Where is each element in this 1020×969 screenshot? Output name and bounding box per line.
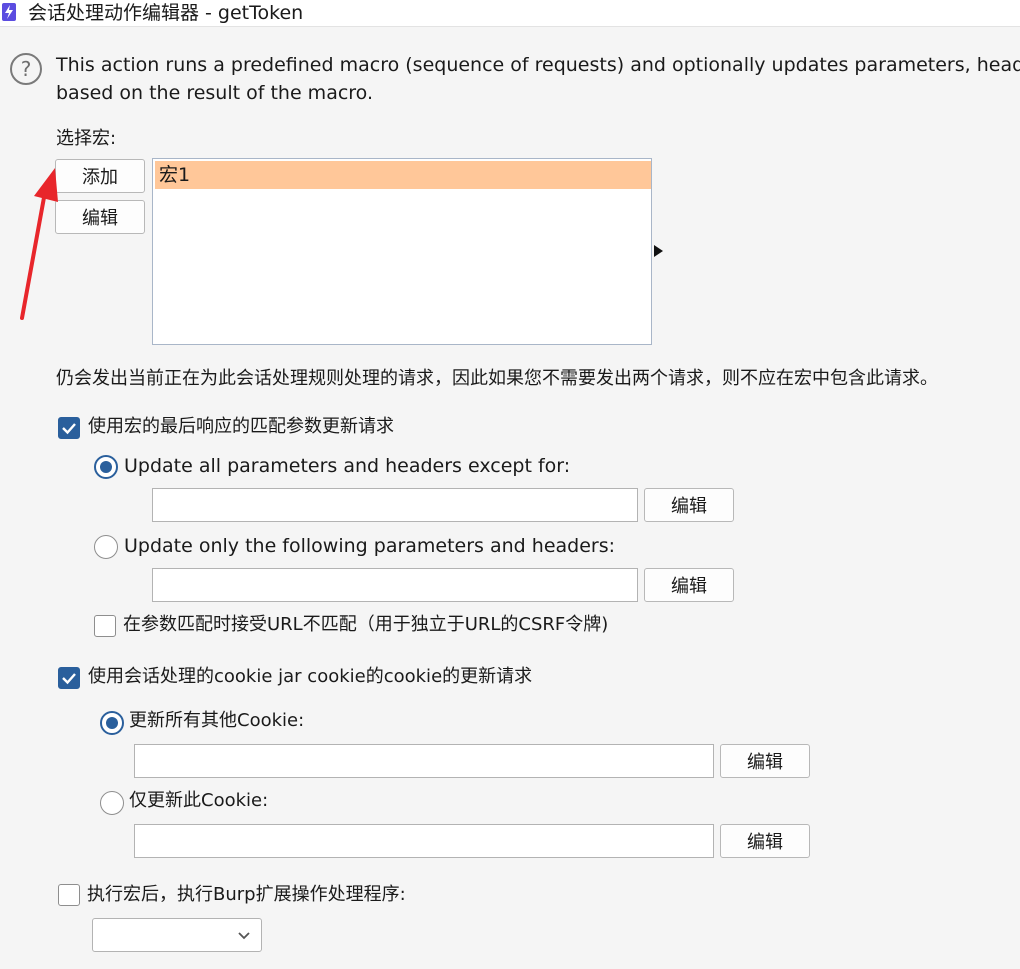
question-circle-icon[interactable]: ? bbox=[9, 52, 43, 86]
extension-handler-label: 执行宏后，执行Burp扩展操作处理程序: bbox=[87, 884, 406, 905]
update-all-cookies-field[interactable] bbox=[134, 744, 714, 778]
title-bar: 会话处理动作编辑器 - getToken bbox=[0, 0, 1020, 27]
extension-handler-select[interactable] bbox=[92, 918, 262, 952]
edit-exceptions-button[interactable]: 编辑 bbox=[644, 488, 734, 522]
macro-list-item[interactable]: 宏1 bbox=[155, 161, 651, 189]
update-only-cookies-radio[interactable] bbox=[100, 791, 124, 815]
macro-label: 选择宏: bbox=[56, 128, 117, 149]
url-mismatch-label: 在参数匹配时接受URL不匹配（用于独立于URL的CSRF令牌) bbox=[123, 614, 609, 635]
description-line-1: This action runs a predefined macro (seq… bbox=[56, 54, 1020, 76]
cookie-update-checkbox[interactable] bbox=[58, 667, 80, 689]
checkmark-icon bbox=[62, 423, 76, 435]
update-all-exceptions-field[interactable] bbox=[152, 488, 638, 522]
annotation-arrow bbox=[0, 160, 80, 330]
update-all-label: Update all parameters and headers except… bbox=[124, 455, 571, 477]
window-title: 会话处理动作编辑器 - getToken bbox=[28, 2, 304, 24]
note-text: 仍会发出当前正在为此会话处理规则处理的请求，因此如果您不需要发出两个请求，则不应… bbox=[56, 368, 938, 389]
update-all-radio[interactable] bbox=[94, 455, 118, 479]
lightning-bolt-icon bbox=[2, 3, 16, 21]
extension-handler-checkbox[interactable] bbox=[58, 884, 80, 906]
edit-cookies-exceptions-button[interactable]: 编辑 bbox=[720, 744, 810, 778]
expand-triangle-icon[interactable] bbox=[654, 245, 663, 257]
update-only-cookies-field[interactable] bbox=[134, 824, 714, 858]
chevron-down-icon bbox=[238, 932, 250, 940]
checkmark-icon bbox=[62, 673, 76, 685]
update-only-params-field[interactable] bbox=[152, 568, 638, 602]
update-all-cookies-label: 更新所有其他Cookie: bbox=[129, 710, 305, 731]
description: This action runs a predefined macro (seq… bbox=[56, 51, 1020, 107]
params-update-label: 使用宏的最后响应的匹配参数更新请求 bbox=[88, 416, 394, 437]
url-mismatch-checkbox[interactable] bbox=[94, 615, 116, 637]
update-only-label: Update only the following parameters and… bbox=[124, 535, 616, 557]
svg-text:?: ? bbox=[21, 57, 32, 81]
params-update-checkbox[interactable] bbox=[58, 417, 80, 439]
update-only-radio[interactable] bbox=[94, 535, 118, 559]
update-all-cookies-radio[interactable] bbox=[100, 711, 124, 735]
macro-list[interactable]: 宏1 bbox=[152, 158, 652, 345]
update-only-cookies-label: 仅更新此Cookie: bbox=[129, 790, 269, 811]
cookie-update-label: 使用会话处理的cookie jar cookie的cookie的更新请求 bbox=[88, 666, 533, 687]
edit-cookies-button[interactable]: 编辑 bbox=[720, 824, 810, 858]
edit-params-button[interactable]: 编辑 bbox=[644, 568, 734, 602]
description-line-2: based on the result of the macro. bbox=[56, 82, 374, 104]
